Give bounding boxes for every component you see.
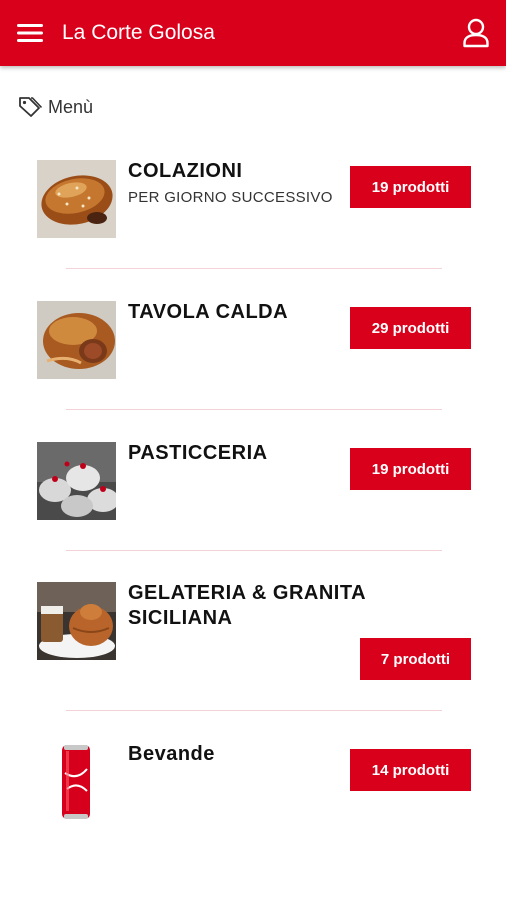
category-image <box>37 743 116 821</box>
divider <box>66 409 442 410</box>
divider <box>66 550 442 551</box>
category-title: Bevande <box>128 743 215 765</box>
category-image <box>37 582 116 660</box>
category-row[interactable]: PASTICCERIA 19 prodotti <box>0 432 506 552</box>
menu-button[interactable] <box>0 0 60 66</box>
category-subtitle: PER GIORNO SUCCESSIVO <box>128 189 333 206</box>
category-row[interactable]: COLAZIONI PER GIORNO SUCCESSIVO 19 prodo… <box>0 150 506 270</box>
app-title: La Corte Golosa <box>62 21 215 44</box>
category-image <box>37 160 116 238</box>
category-title: PASTICCERIA <box>128 442 268 464</box>
section-label: Menù <box>48 96 94 117</box>
category-title: GELATERIA & GRANITA SICILIANA <box>128 582 366 629</box>
divider <box>66 710 442 711</box>
category-row[interactable]: Bevande 14 prodotti <box>0 733 506 833</box>
category-image <box>37 442 116 520</box>
hamburger-icon <box>17 24 43 42</box>
user-button[interactable] <box>446 0 506 66</box>
category-row[interactable]: TAVOLA CALDA 29 prodotti <box>0 291 506 411</box>
section-header: Menù <box>18 96 93 118</box>
product-count-badge[interactable]: 29 prodotti <box>350 307 471 349</box>
tag-icon <box>19 97 42 117</box>
product-count-badge[interactable]: 19 prodotti <box>350 448 471 490</box>
product-count-badge[interactable]: 7 prodotti <box>360 638 471 680</box>
category-row[interactable]: GELATERIA & GRANITA SICILIANA 7 prodotti <box>0 572 506 712</box>
app-bar: La Corte Golosa <box>0 0 506 66</box>
product-count-badge[interactable]: 14 prodotti <box>350 749 471 791</box>
category-image <box>37 301 116 379</box>
user-icon <box>463 18 489 48</box>
product-count-badge[interactable]: 19 prodotti <box>350 166 471 208</box>
category-title: COLAZIONI <box>128 160 243 182</box>
divider <box>66 268 442 269</box>
category-title: TAVOLA CALDA <box>128 301 289 323</box>
